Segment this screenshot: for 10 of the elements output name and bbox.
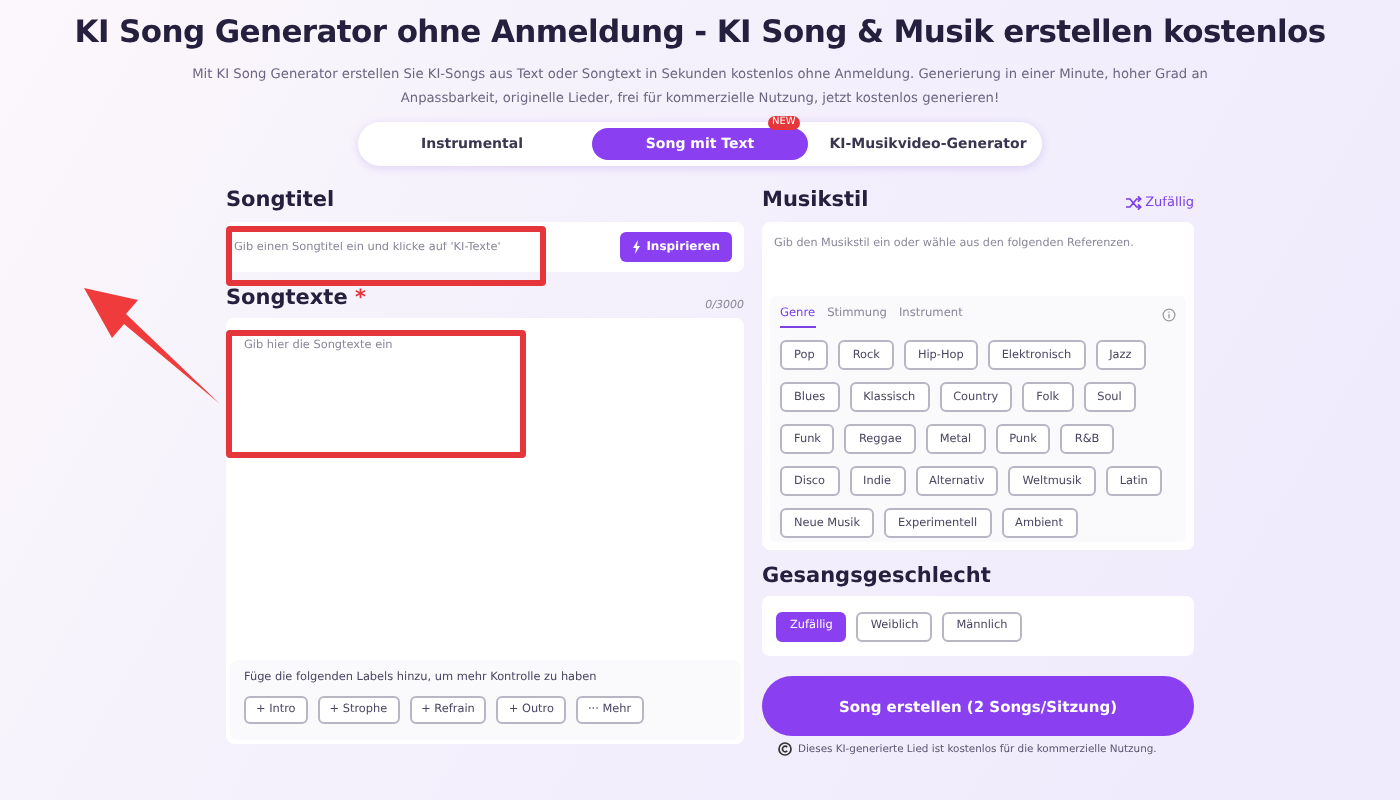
lightning-icon (632, 240, 643, 254)
shuffle-icon (1125, 195, 1142, 209)
section-label: Musikstil (762, 186, 869, 214)
section-label: Gesangsgeschlecht (762, 562, 993, 590)
page-title: KI Song Generator ohne Anmeldung - KI Song & Musik erstellen kostenlos (72, 12, 1328, 50)
copyright-icon (778, 742, 792, 756)
section-label: Songtitel (226, 186, 337, 214)
info-icon[interactable] (1162, 307, 1176, 321)
section-label: Songtexte * (226, 284, 366, 312)
arrow-icon (80, 284, 220, 404)
